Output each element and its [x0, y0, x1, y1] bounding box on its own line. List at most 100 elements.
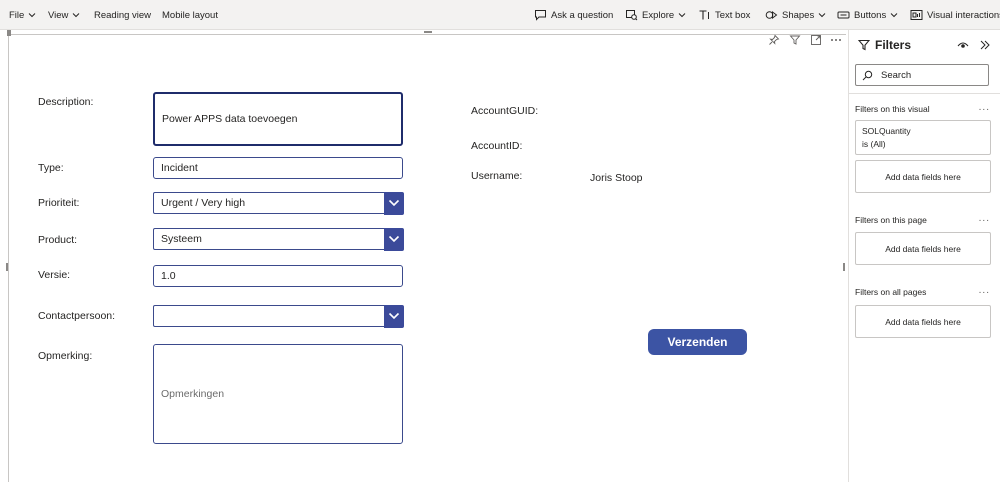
- shapes-icon: [765, 11, 778, 19]
- filter-icon: [858, 39, 870, 51]
- filters-search-input[interactable]: Search: [855, 64, 989, 86]
- buttons-label: Buttons: [854, 9, 887, 21]
- filter-card-field: SOLQuantity: [862, 126, 911, 136]
- resize-handle[interactable]: [424, 31, 432, 33]
- contactpersoon-dropdown[interactable]: [153, 304, 404, 328]
- username-value: Joris Stoop: [590, 172, 643, 184]
- view-menu-label: View: [48, 9, 69, 21]
- shapes-menu[interactable]: Shapes: [765, 0, 826, 30]
- description-value: Power APPS data toevoegen: [162, 113, 298, 125]
- visual-filter-drop-zone[interactable]: Add data fields here: [855, 160, 991, 193]
- filter-visual-button[interactable]: [789, 33, 801, 47]
- filter-icon: [789, 35, 801, 45]
- account-id-label: AccountID:: [471, 140, 523, 152]
- explore-menu[interactable]: Explore: [625, 0, 686, 30]
- prioriteit-label: Prioriteit:: [38, 197, 80, 209]
- product-dropdown[interactable]: Systeem: [153, 227, 404, 251]
- verzenden-button[interactable]: Verzenden: [648, 329, 747, 355]
- filter-card-solquantity[interactable]: SOLQuantity is (All): [855, 120, 991, 155]
- type-value: Incident: [161, 162, 198, 174]
- chevron-down-icon: [678, 13, 686, 18]
- focus-mode-icon: [811, 35, 821, 45]
- filter-card-state: is (All): [862, 139, 886, 149]
- drop-zone-label: Add data fields here: [885, 316, 961, 327]
- resize-handle[interactable]: [6, 263, 8, 271]
- more-options-button[interactable]: ...: [979, 213, 990, 224]
- filters-on-page-heading: Filters on this page: [855, 215, 927, 225]
- product-value: Systeem: [161, 233, 202, 245]
- more-options-button[interactable]: ...: [979, 285, 990, 296]
- type-input[interactable]: Incident: [153, 157, 403, 179]
- description-label: Description:: [38, 96, 94, 108]
- explore-icon: [626, 10, 638, 21]
- text-box-button[interactable]: Text box: [698, 0, 750, 30]
- versie-value: 1.0: [161, 270, 176, 282]
- shapes-label: Shapes: [782, 9, 815, 21]
- resize-handle[interactable]: [7, 30, 11, 36]
- collapse-pane-icon[interactable]: [979, 39, 991, 51]
- contactpersoon-label: Contactpersoon:: [38, 310, 116, 322]
- text-box-label: Text box: [715, 9, 751, 21]
- resize-handle[interactable]: [843, 263, 845, 271]
- mobile-layout-label: Mobile layout: [162, 9, 218, 21]
- focus-mode-button[interactable]: [810, 33, 822, 47]
- reading-view-label: Reading view: [94, 9, 152, 21]
- visual-interactions-label: Visual interactions: [927, 9, 1000, 21]
- filters-on-visual-heading: Filters on this visual: [855, 104, 930, 114]
- mobile-layout-button[interactable]: Mobile layout: [162, 0, 218, 30]
- more-options-button[interactable]: [829, 33, 843, 47]
- visual-interactions-button[interactable]: Visual interactions: [910, 0, 1000, 30]
- buttons-menu[interactable]: Buttons: [837, 0, 898, 30]
- file-menu[interactable]: File: [9, 0, 36, 30]
- chevron-down-icon: [818, 13, 826, 18]
- chevron-down-icon: [388, 199, 399, 207]
- chevron-down-icon: [28, 13, 36, 18]
- description-input[interactable]: Power APPS data toevoegen: [153, 92, 403, 146]
- filters-title: Filters: [875, 38, 912, 52]
- more-options-button[interactable]: ...: [979, 102, 990, 113]
- visual-interactions-icon: [910, 10, 923, 20]
- opmerking-label: Opmerking:: [38, 350, 93, 362]
- versie-input[interactable]: 1.0: [153, 265, 403, 287]
- button-icon: [837, 11, 850, 19]
- visual-frame: [10, 34, 846, 482]
- username-label: Username:: [471, 170, 523, 182]
- chevron-down-icon: [388, 235, 399, 243]
- chevron-down-icon: [388, 312, 399, 320]
- prioriteit-value: Urgent / Very high: [161, 197, 246, 209]
- pin-icon: [769, 34, 780, 45]
- eye-icon[interactable]: [957, 40, 969, 50]
- ask-question-button[interactable]: Ask a question: [534, 0, 613, 30]
- canvas-edge: [8, 36, 9, 482]
- pin-visual-button[interactable]: [768, 33, 780, 47]
- filters-on-all-pages-heading: Filters on all pages: [855, 287, 927, 297]
- ask-question-label: Ask a question: [551, 9, 614, 21]
- type-label: Type:: [38, 162, 64, 174]
- explore-label: Explore: [642, 9, 675, 21]
- opmerking-placeholder: Opmerkingen: [161, 388, 225, 400]
- opmerking-textarea[interactable]: Opmerkingen: [153, 344, 403, 444]
- chevron-down-icon: [73, 13, 80, 18]
- dropdown-chevron-button[interactable]: [383, 227, 404, 251]
- file-menu-label: File: [9, 9, 25, 21]
- reading-view-button[interactable]: Reading view: [94, 0, 151, 30]
- chevron-down-icon: [890, 13, 898, 18]
- drop-zone-label: Add data fields here: [885, 243, 961, 254]
- divider: [849, 93, 1000, 94]
- search-icon: [862, 70, 873, 80]
- filters-search-placeholder: Search: [881, 69, 912, 81]
- drop-zone-label: Add data fields here: [885, 171, 961, 182]
- dropdown-chevron-button[interactable]: [383, 304, 404, 328]
- more-options-icon: [831, 39, 841, 41]
- text-box-icon: [699, 10, 709, 20]
- prioriteit-dropdown[interactable]: Urgent / Very high: [153, 191, 404, 215]
- account-guid-label: AccountGUID:: [471, 105, 539, 117]
- filters-pane: Filters Search Filters on this visual ..…: [848, 30, 1000, 482]
- dropdown-chevron-button[interactable]: [383, 191, 404, 215]
- all-pages-filter-drop-zone[interactable]: Add data fields here: [855, 305, 991, 338]
- page-filter-drop-zone[interactable]: Add data fields here: [855, 232, 991, 265]
- view-menu[interactable]: View: [48, 0, 80, 30]
- chat-bubble-icon: [535, 10, 546, 21]
- versie-label: Versie:: [38, 269, 71, 281]
- product-label: Product:: [38, 234, 78, 246]
